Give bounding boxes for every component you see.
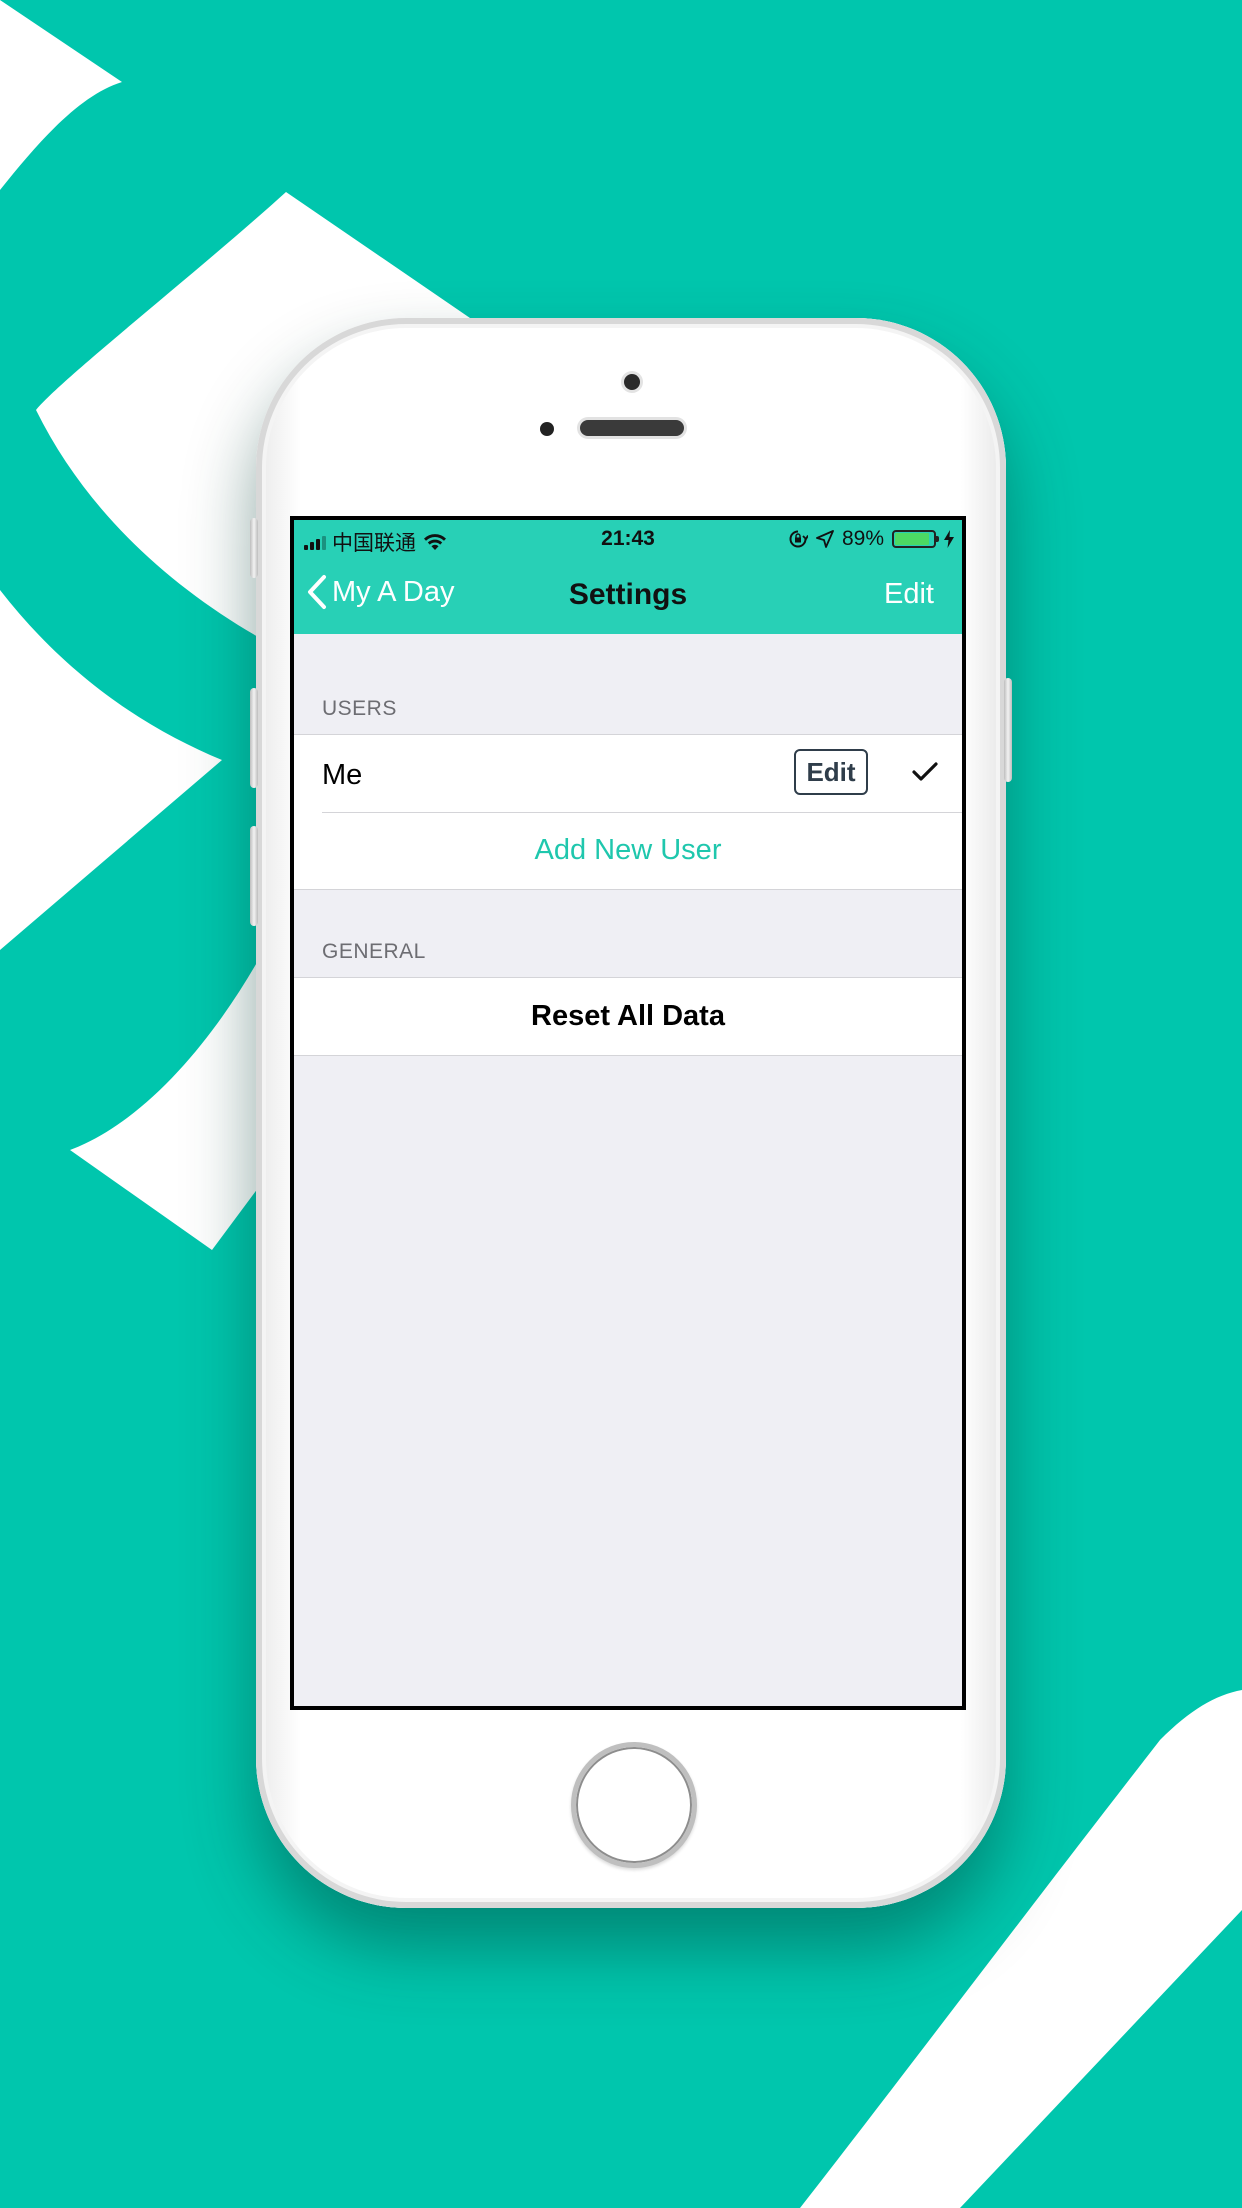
- section-header-general: GENERAL: [322, 940, 426, 963]
- add-new-user-row[interactable]: Add New User: [294, 812, 962, 889]
- earpiece-speaker: [580, 420, 684, 436]
- back-button-label: My A Day: [332, 575, 455, 608]
- phone-frame: 中国联通 21:43 89% My A Day Settings Edit US…: [250, 318, 1012, 1908]
- front-camera: [624, 374, 640, 390]
- add-new-user-button[interactable]: Add New User: [294, 834, 962, 867]
- navigation-bar: My A Day Settings Edit: [294, 556, 962, 634]
- section-header-users: USERS: [322, 697, 397, 720]
- phone-screen: 中国联通 21:43 89% My A Day Settings Edit US…: [290, 516, 966, 1710]
- general-group: Reset All Data: [294, 977, 962, 1056]
- reset-all-data-row[interactable]: Reset All Data: [294, 978, 962, 1055]
- edit-user-button[interactable]: Edit: [794, 749, 868, 795]
- power-button: [1004, 678, 1012, 782]
- battery-percent: 89%: [841, 527, 884, 550]
- home-button[interactable]: [571, 1742, 697, 1868]
- chevron-left-icon: [308, 575, 326, 609]
- location-icon: [816, 530, 834, 548]
- back-button[interactable]: My A Day: [306, 574, 455, 610]
- user-name: Me: [322, 759, 363, 791]
- status-bar-right: 89%: [788, 527, 954, 551]
- orientation-lock-icon: [789, 530, 808, 548]
- user-row-me[interactable]: Me Edit: [294, 735, 962, 812]
- charging-icon: [944, 530, 954, 548]
- proximity-sensor: [540, 422, 554, 436]
- users-group: Me Edit Add New User: [294, 734, 962, 890]
- volume-up-button: [250, 688, 258, 788]
- silent-switch: [250, 518, 258, 578]
- checkmark-icon: [912, 762, 938, 781]
- status-bar: 中国联通 21:43 89%: [294, 520, 962, 556]
- battery-icon: [892, 530, 939, 548]
- nav-edit-button[interactable]: Edit: [884, 578, 934, 611]
- reset-all-data-button[interactable]: Reset All Data: [294, 1000, 962, 1033]
- app-display: 中国联通 21:43 89% My A Day Settings Edit US…: [294, 520, 962, 1706]
- volume-down-button: [250, 826, 258, 926]
